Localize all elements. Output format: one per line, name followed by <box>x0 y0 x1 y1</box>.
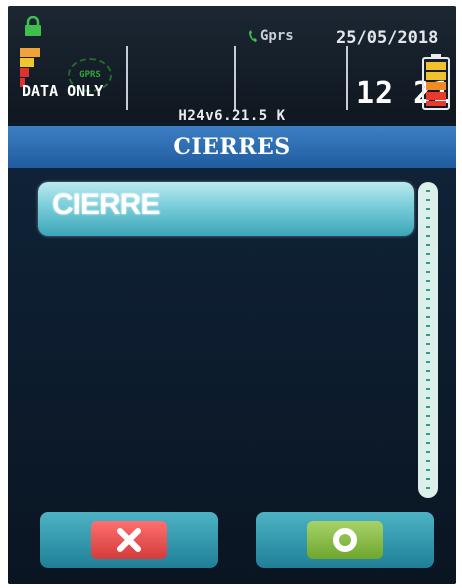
confirm-button-face <box>307 521 383 559</box>
firmware-version: H24v6.21.5 K <box>178 108 286 124</box>
network-status: Gprs <box>248 28 294 44</box>
status-divider <box>346 46 348 110</box>
battery-icon <box>422 54 450 110</box>
confirm-button[interactable] <box>256 512 434 568</box>
circle-icon <box>333 528 357 552</box>
page-title: CIERRES <box>8 126 456 168</box>
menu-content: CIERRE <box>8 168 456 584</box>
cancel-button[interactable] <box>40 512 218 568</box>
device-screen: GPRS DATA ONLY Gprs 25/05/2018 12 21 H24… <box>8 6 456 584</box>
network-label: Gprs <box>260 28 294 44</box>
cancel-button-face <box>91 521 167 559</box>
lock-icon <box>25 16 41 36</box>
close-icon <box>117 528 141 552</box>
list-item-cierre[interactable]: CIERRE <box>38 182 414 236</box>
list-item-label: CIERRE <box>52 188 160 221</box>
scrollbar[interactable] <box>418 182 438 498</box>
status-bar: GPRS DATA ONLY Gprs 25/05/2018 12 21 H24… <box>8 6 456 124</box>
phone-icon <box>249 30 257 42</box>
status-divider <box>234 46 236 110</box>
scrollbar-track <box>426 190 430 490</box>
status-divider <box>126 46 128 110</box>
data-mode-label: DATA ONLY <box>22 82 104 100</box>
date-label: 25/05/2018 <box>336 28 439 48</box>
